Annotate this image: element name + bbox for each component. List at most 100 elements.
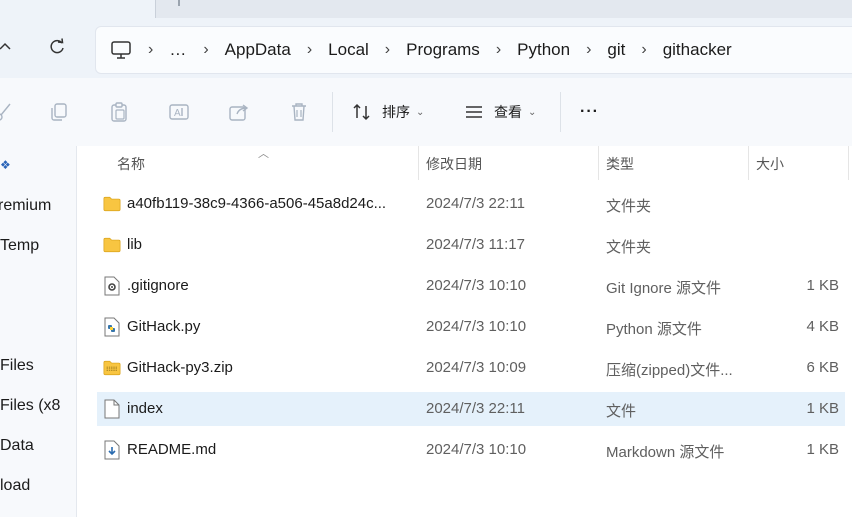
paste-icon[interactable] (107, 100, 131, 124)
tab-strip (0, 0, 852, 18)
column-type[interactable]: 类型 (606, 154, 634, 174)
file-date: 2024/7/3 10:10 (426, 318, 527, 335)
column-divider[interactable] (848, 146, 849, 180)
file-type: 压缩(zipped)文件... (606, 362, 733, 379)
up-arrow-icon[interactable] (0, 32, 20, 62)
file-name: README.md (127, 441, 217, 458)
sidebar-item-downloads[interactable]: load (0, 477, 30, 495)
file-type: 文件夹 (606, 239, 652, 256)
python-file-icon (104, 317, 120, 337)
breadcrumb-githacker[interactable]: githacker (663, 40, 732, 60)
breadcrumb-chevron-icon[interactable]: › (641, 41, 646, 59)
sidebar-item-program-files-x86[interactable]: Files (x8 (0, 397, 60, 415)
breadcrumb-local[interactable]: Local (328, 40, 369, 60)
delete-icon[interactable] (287, 100, 311, 124)
gear-file-icon (104, 276, 120, 296)
file-size: 1 KB (806, 277, 839, 294)
sort-button[interactable]: 排序 ⌄ (352, 96, 424, 128)
breadcrumb-chevron-icon[interactable]: › (307, 41, 312, 59)
file-date: 2024/7/3 10:09 (426, 359, 527, 376)
sidebar-item-program-files[interactable]: Files (0, 357, 34, 375)
breadcrumb-appdata[interactable]: AppData (225, 40, 291, 60)
sort-ascending-icon: ︿ (258, 148, 269, 160)
sort-icon (353, 103, 370, 121)
share-icon[interactable] (227, 100, 251, 124)
breadcrumb-chevron-icon[interactable]: › (586, 41, 591, 59)
sidebar-item-appdata[interactable]: Data (0, 437, 34, 455)
rename-icon[interactable]: A (167, 100, 191, 124)
zip-folder-icon (103, 360, 121, 376)
file-name: a40fb119-38c9-4366-a506-45a8d24c... (127, 195, 387, 212)
file-row[interactable]: README.md 2024/7/3 10:10 Markdown 源文件 1 … (97, 433, 845, 467)
file-date: 2024/7/3 10:10 (426, 441, 527, 458)
column-divider[interactable] (748, 146, 749, 180)
refresh-icon[interactable] (42, 32, 72, 62)
breadcrumb-programs[interactable]: Programs (406, 40, 480, 60)
sidebar-item-premium[interactable]: remium (0, 197, 51, 215)
chevron-down-icon: ⌄ (528, 106, 537, 118)
sidebar-item-temp[interactable]: Temp (0, 237, 39, 255)
breadcrumb-python[interactable]: Python (517, 40, 570, 60)
column-size[interactable]: 大小 (756, 154, 784, 174)
folder-icon (103, 196, 121, 212)
view-list-icon (466, 106, 482, 118)
breadcrumb-chevron-icon[interactable]: › (148, 41, 153, 59)
blank-file-icon (104, 399, 120, 419)
column-date-modified[interactable]: 修改日期 (426, 154, 482, 174)
file-row[interactable]: .gitignore 2024/7/3 10:10 Git Ignore 源文件… (97, 269, 845, 303)
file-row[interactable]: GitHack.py 2024/7/3 10:10 Python 源文件 4 K… (97, 310, 845, 344)
tab-separator (178, 0, 180, 6)
copy-icon[interactable] (47, 100, 71, 124)
file-size: 4 KB (806, 318, 839, 335)
navigation-bar: › … › AppData › Local › Programs › Pytho… (0, 18, 852, 78)
column-divider[interactable] (598, 146, 599, 180)
file-row[interactable]: lib 2024/7/3 11:17 文件夹 (97, 228, 845, 262)
view-label: 查看 (494, 104, 522, 120)
sort-label: 排序 (382, 104, 410, 120)
file-name: lib (127, 236, 143, 253)
file-size: 1 KB (806, 441, 839, 458)
breadcrumb-chevron-icon[interactable]: › (203, 41, 208, 59)
file-size: 1 KB (806, 400, 839, 417)
file-type: Markdown 源文件 (606, 444, 725, 461)
breadcrumb-chevron-icon[interactable]: › (496, 41, 501, 59)
folder-icon (103, 237, 121, 253)
this-pc-icon[interactable] (110, 40, 132, 60)
file-name: index (127, 400, 163, 417)
toolbar-divider (332, 92, 333, 132)
toolbar-divider (560, 92, 561, 132)
file-date: 2024/7/3 10:10 (426, 277, 527, 294)
file-row-selected[interactable]: index 2024/7/3 22:11 文件 1 KB (97, 392, 845, 426)
column-divider[interactable] (418, 146, 419, 180)
active-tab[interactable] (0, 0, 156, 18)
file-date: 2024/7/3 22:11 (426, 400, 525, 417)
file-row[interactable]: a40fb119-38c9-4366-a506-45a8d24c... 2024… (97, 187, 845, 221)
file-row[interactable]: GitHack-py3.zip 2024/7/3 10:09 压缩(zipped… (97, 351, 845, 385)
address-bar[interactable]: › … › AppData › Local › Programs › Pytho… (95, 26, 852, 74)
file-name: .gitignore (127, 277, 189, 294)
breadcrumb-chevron-icon[interactable]: › (385, 41, 390, 59)
file-name: GitHack-py3.zip (127, 359, 233, 376)
file-type: Python 源文件 (606, 321, 702, 338)
markdown-file-icon (104, 440, 120, 460)
breadcrumb-git[interactable]: git (607, 40, 625, 60)
command-bar: A 排序 ⌄ 查看 ⌄ ··· (0, 78, 852, 147)
file-list: ︿ 名称 修改日期 类型 大小 a40fb119-38c9-4366-a506-… (77, 146, 852, 517)
column-header: ︿ 名称 修改日期 类型 大小 (77, 146, 852, 180)
column-name[interactable]: 名称 (117, 154, 145, 174)
chevron-down-icon: ⌄ (416, 106, 425, 118)
file-date: 2024/7/3 22:11 (426, 195, 525, 212)
sidebar-expand-icon[interactable]: ❖ (0, 158, 11, 172)
file-name: GitHack.py (127, 318, 201, 335)
navigation-pane: ❖ remium Temp Files Files (x8 Data load (0, 146, 77, 517)
file-date: 2024/7/3 11:17 (426, 236, 525, 253)
file-type: Git Ignore 源文件 (606, 280, 722, 297)
more-options-button[interactable]: ··· (580, 96, 599, 128)
cut-icon[interactable] (0, 100, 16, 124)
svg-text:A: A (174, 108, 181, 119)
file-size: 6 KB (806, 359, 839, 376)
file-type: 文件 (606, 403, 637, 420)
file-type: 文件夹 (606, 198, 652, 215)
breadcrumb-overflow[interactable]: … (169, 40, 187, 60)
view-button[interactable]: 查看 ⌄ (464, 96, 536, 128)
